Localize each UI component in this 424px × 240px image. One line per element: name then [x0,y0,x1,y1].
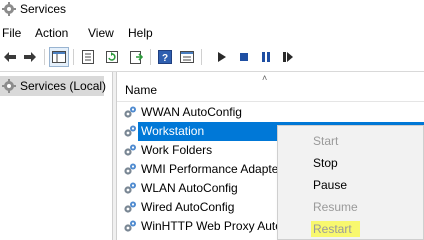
gear-icon [2,2,16,16]
menu-item-pause[interactable]: Pause [278,174,423,196]
service-name: Wired AutoConfig [141,200,235,214]
menu-file[interactable]: File [2,26,21,40]
restart-service-icon[interactable] [278,47,298,67]
back-arrow-icon[interactable] [0,47,20,67]
context-menu: Start Stop Pause Resume Restart [277,125,424,240]
column-header-label: Name [125,83,158,97]
show-console-tree-icon[interactable] [49,47,69,67]
service-name: WWAN AutoConfig [141,105,242,119]
svg-text:?: ? [162,53,168,64]
console-pane-icon[interactable] [177,47,197,67]
properties-icon[interactable] [78,47,98,67]
toolbar: ? [0,44,424,70]
service-name: WMI Performance Adapter [141,162,283,176]
window-title: Services [20,2,67,16]
export-list-icon[interactable] [126,47,146,67]
menu-item-resume[interactable]: Resume [278,196,423,218]
tree-item-services-local[interactable]: Services (Local) [0,76,107,96]
start-service-icon[interactable] [212,47,232,67]
service-gear-icon [123,124,137,141]
sort-ascending-icon: ˄ [262,73,268,83]
forward-arrow-icon[interactable] [20,47,40,67]
service-gear-icon [123,105,137,122]
menu-item-stop[interactable]: Stop [278,152,423,174]
service-gear-icon [123,143,137,160]
title-bar: Services [0,0,424,20]
table-row[interactable]: WWAN AutoConfig [117,103,424,122]
gear-icon [2,79,16,96]
service-gear-icon [123,162,137,179]
service-name: WLAN AutoConfig [141,181,238,195]
pause-service-icon[interactable] [256,47,276,67]
refresh-icon[interactable] [102,47,122,67]
service-gear-icon [123,181,137,198]
service-name: Workstation [141,124,205,138]
menu-item-restart[interactable]: Restart [278,218,423,240]
service-name: Work Folders [141,143,213,157]
menu-action[interactable]: Action [35,26,68,40]
console-tree: Services (Local) [0,72,112,240]
service-gear-icon [123,219,137,236]
menu-help[interactable]: Help [128,26,153,40]
stop-service-icon[interactable] [234,47,254,67]
menu-item-start[interactable]: Start [278,130,423,152]
tree-item-label: Services (Local) [20,79,107,93]
help-icon[interactable]: ? [155,47,175,67]
menu-view[interactable]: View [88,26,114,40]
column-header-name[interactable]: ˄ Name [117,72,424,102]
service-gear-icon [123,200,137,217]
menu-bar: File Action View Help [0,22,424,42]
